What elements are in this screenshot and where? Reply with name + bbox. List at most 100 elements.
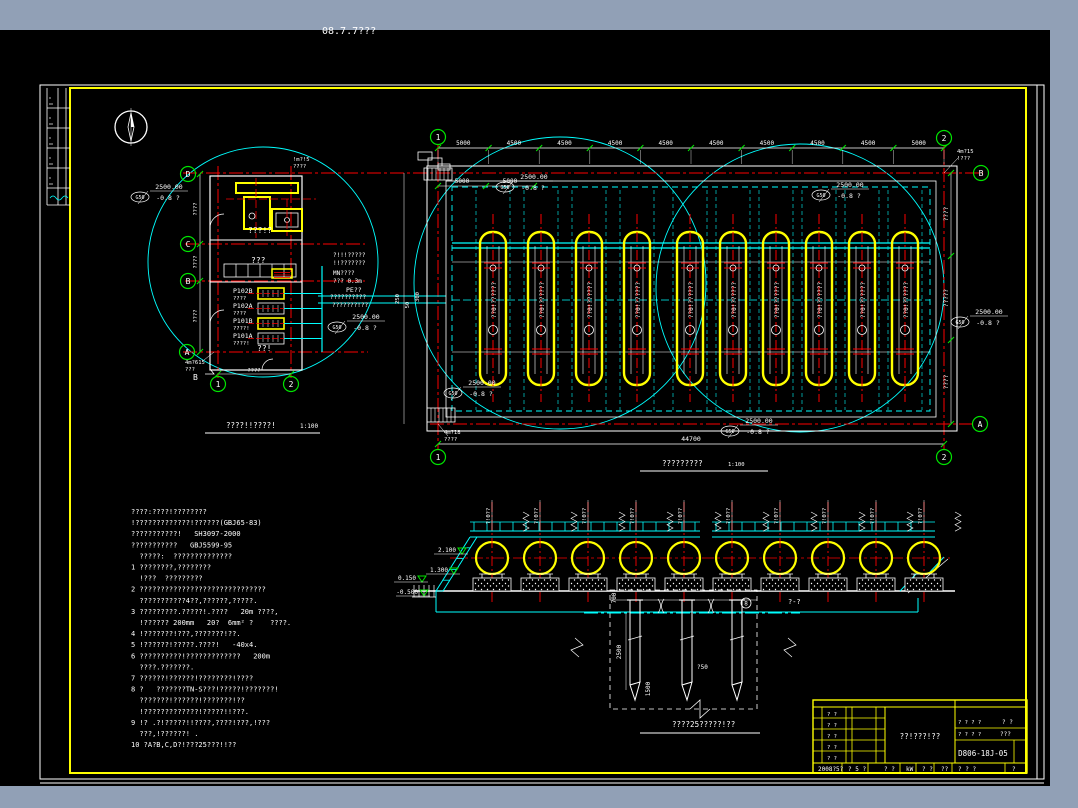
- dim-label: 4500: [709, 140, 724, 147]
- dim-label: 5000: [456, 140, 471, 147]
- note-line: 6 ??????????!????????????? 200m: [131, 652, 270, 660]
- leader-note: ????: [444, 437, 457, 443]
- note-line: 3 ?????????.?????!.???? 20m ????,: [131, 608, 279, 616]
- dim-label: ????: [943, 206, 950, 221]
- section-mark: B: [193, 373, 198, 382]
- leader-note: ????: [293, 164, 306, 170]
- dim-label: 2500: [616, 644, 623, 659]
- grid-bubble-label: 2: [942, 134, 947, 143]
- view-caption: ????!!????!: [226, 421, 276, 430]
- callout-value: 2500.00: [468, 379, 495, 387]
- leader-note: !m?!5: [293, 157, 310, 163]
- grid-bubble-label: B: [979, 169, 984, 178]
- callout-offset: -0.8 ?: [837, 192, 861, 200]
- grid-bubble-label: B: [186, 277, 191, 286]
- room-label: ???!?: [248, 226, 272, 235]
- info-line: ??? 0.3m: [333, 278, 362, 285]
- tank-tag: ??0!??????: [774, 282, 781, 319]
- callout-offset: -0.8 ?: [746, 428, 770, 436]
- callout-value: 2500.00: [352, 313, 379, 321]
- note-line: 9 !? .?!?????!!????,????!???,!???: [131, 719, 270, 727]
- cad-viewer: 08.7.7??????!??????! P102B???? P102A???? P1…: [0, 0, 1078, 808]
- callout-prefix: G50: [448, 391, 457, 397]
- grid-bubble-label: A: [978, 420, 983, 429]
- dim-label: 250: [395, 294, 401, 304]
- grid-bubble-label: A: [185, 348, 190, 357]
- view-scale: 1:100: [300, 423, 318, 430]
- callout-offset: -0.8 ?: [976, 319, 1000, 327]
- note-line: 4 !???????!???,???????!??.: [131, 630, 241, 638]
- callout-value: 2500.00: [975, 308, 1002, 316]
- titleblock-cell: ???: [1000, 731, 1011, 738]
- note-line: 7 ??????!??????!????????!????: [131, 675, 253, 683]
- callout-offset: -0.8 ?: [353, 324, 377, 332]
- note-line: ???????????4??,??????,?????.: [131, 597, 257, 605]
- leader-note: !???: [957, 156, 970, 162]
- titleblock-cell: ? ?: [922, 766, 933, 773]
- drawing-title: ??!???!??: [900, 732, 941, 741]
- section-label: ?-?: [788, 598, 801, 606]
- dim-label: ????: [943, 374, 950, 389]
- grid-bubble-label: D: [186, 170, 191, 179]
- dim-label: 4500: [810, 140, 825, 147]
- elevation-marker: -0.500: [396, 589, 418, 596]
- dim-label: 4500: [658, 140, 673, 147]
- dim-label: ????: [193, 309, 199, 322]
- callout-prefix: G50: [816, 193, 825, 199]
- room-label: ??!: [257, 344, 271, 353]
- dim-label: ????: [247, 368, 260, 374]
- tank-tag: ?!0??: [822, 508, 828, 525]
- note-line: ????.???????.: [131, 663, 194, 671]
- callout-offset: -0.8 ?: [469, 390, 493, 398]
- dim-label: 50: [405, 302, 411, 309]
- titleblock-cell: ? ?: [827, 712, 837, 718]
- tank-tag: ??0!??????: [731, 282, 738, 319]
- grid-bubble-label: 1: [436, 133, 441, 142]
- titleblock-cell: ? ?: [827, 734, 837, 740]
- tank-tag: ?!0??: [870, 508, 876, 525]
- dim-label: ?50: [697, 664, 708, 671]
- info-line: ???????!??: [332, 302, 369, 309]
- dim-label: 4500: [760, 140, 775, 147]
- callout-prefix: G50: [135, 195, 144, 201]
- tank-tag: ?!0??: [678, 508, 684, 525]
- dim-label: 300: [415, 292, 421, 302]
- dim-label: 1500: [645, 681, 652, 696]
- view-scale: 1:100: [728, 462, 745, 468]
- dim-label: ?????: [943, 289, 950, 307]
- dim-label: 4500: [507, 140, 522, 147]
- tank-tag: ?!0??: [630, 508, 636, 525]
- callout-offset: -0.8 ?: [156, 194, 180, 202]
- elevation-marker: 1.300: [430, 567, 448, 574]
- view-caption: ????25?????!??: [672, 720, 735, 729]
- tank-tag: ?!0??: [918, 508, 924, 525]
- dim-label: 700: [611, 592, 618, 603]
- tank-tag: ??0!??????: [903, 282, 910, 319]
- note-line: 8 ? ???????TN-S???!?????!???????!: [131, 686, 279, 694]
- dim-label: 4500: [557, 140, 572, 147]
- note-line: ???????????! SH3097-2000: [131, 530, 241, 538]
- note-line: 1 ????????,????????: [131, 564, 211, 572]
- leader-note: ???: [185, 367, 195, 373]
- titleblock-cell: ? ?: [827, 756, 837, 762]
- note-line: ???,!??????! .: [131, 730, 198, 738]
- tank-tag: ??0!??????: [860, 282, 867, 319]
- note-line: 2 ??????????????????????????????: [131, 586, 266, 594]
- info-line: ??????????: [330, 294, 367, 301]
- tank-tag: ??0!??????: [635, 282, 642, 319]
- note-line: !?????????????!?????!!???.: [131, 708, 249, 716]
- note-line: ????:????!????????: [131, 508, 207, 516]
- grid-bubble-label: 2: [289, 380, 294, 389]
- callout-value: 2500.00: [745, 417, 772, 425]
- callout-prefix: G50: [955, 320, 964, 326]
- dim-label: ????: [193, 202, 199, 215]
- pe-label: PE??: [346, 286, 362, 294]
- grid-bubble-label: 1: [216, 380, 221, 389]
- tank-tag: ?!0??: [726, 508, 732, 525]
- leader-note: 4m?615: [185, 360, 205, 366]
- dim-label: 4500: [608, 140, 623, 147]
- titleblock-cell: ??: [941, 766, 949, 773]
- titleblock-cell: ? ?: [1002, 719, 1013, 726]
- view-caption: ?????????: [662, 459, 703, 468]
- elevation-marker: 0.150: [398, 575, 416, 582]
